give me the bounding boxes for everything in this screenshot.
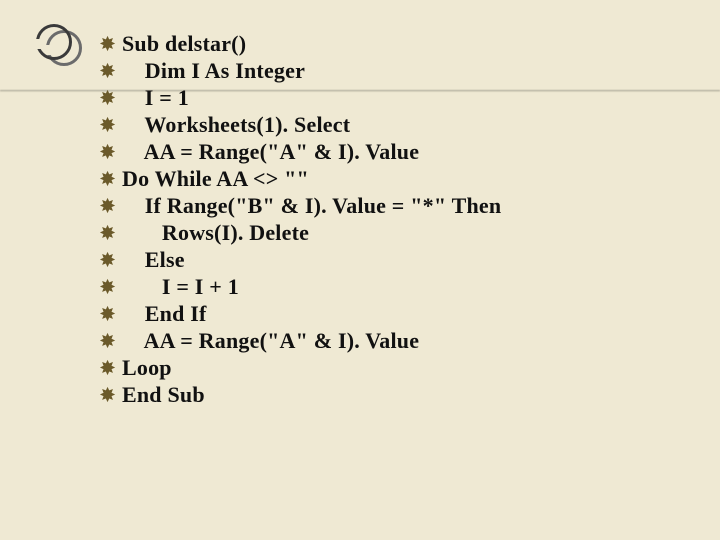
bullet-icon: ✸ bbox=[100, 251, 122, 269]
code-text: Do While AA <> "" bbox=[122, 168, 309, 190]
bullet-icon: ✸ bbox=[100, 35, 122, 53]
code-line: ✸ I = 1 bbox=[100, 87, 690, 109]
code-line: ✸ Dim I As Integer bbox=[100, 60, 690, 82]
code-text: Rows(I). Delete bbox=[122, 222, 309, 244]
code-line: ✸ End Sub bbox=[100, 384, 690, 406]
slide-background: ✸ Sub delstar() ✸ Dim I As Integer ✸ I =… bbox=[0, 0, 720, 540]
code-text: Else bbox=[122, 249, 185, 271]
code-text: End If bbox=[122, 303, 207, 325]
bullet-icon: ✸ bbox=[100, 89, 122, 107]
code-text: I = 1 bbox=[122, 87, 189, 109]
code-line: ✸ If Range("B" & I). Value = "*" Then bbox=[100, 195, 690, 217]
bullet-icon: ✸ bbox=[100, 116, 122, 134]
bullet-icon: ✸ bbox=[100, 386, 122, 404]
code-text: If Range("B" & I). Value = "*" Then bbox=[122, 195, 501, 217]
code-text: AA = Range("A" & I). Value bbox=[122, 330, 419, 352]
bullet-icon: ✸ bbox=[100, 224, 122, 242]
code-line: ✸ Loop bbox=[100, 357, 690, 379]
code-text: Dim I As Integer bbox=[122, 60, 305, 82]
code-text: End Sub bbox=[122, 384, 205, 406]
code-text: I = I + 1 bbox=[122, 276, 239, 298]
code-text: Sub delstar() bbox=[122, 33, 246, 55]
code-line: ✸ Sub delstar() bbox=[100, 33, 690, 55]
code-line: ✸ Do While AA <> "" bbox=[100, 168, 690, 190]
bullet-icon: ✸ bbox=[100, 197, 122, 215]
code-line: ✸ AA = Range("A" & I). Value bbox=[100, 141, 690, 163]
code-listing: ✸ Sub delstar() ✸ Dim I As Integer ✸ I =… bbox=[100, 33, 690, 406]
code-line: ✸ End If bbox=[100, 303, 690, 325]
code-line: ✸ Else bbox=[100, 249, 690, 271]
code-line: ✸ AA = Range("A" & I). Value bbox=[100, 330, 690, 352]
bullet-icon: ✸ bbox=[100, 332, 122, 350]
bullet-icon: ✸ bbox=[100, 305, 122, 323]
bullet-icon: ✸ bbox=[100, 62, 122, 80]
bullet-icon: ✸ bbox=[100, 143, 122, 161]
spiral-binding-decoration bbox=[36, 24, 76, 74]
code-text: Loop bbox=[122, 357, 172, 379]
code-line: ✸ Worksheets(1). Select bbox=[100, 114, 690, 136]
code-line: ✸ I = I + 1 bbox=[100, 276, 690, 298]
bullet-icon: ✸ bbox=[100, 359, 122, 377]
code-text: AA = Range("A" & I). Value bbox=[122, 141, 419, 163]
code-text: Worksheets(1). Select bbox=[122, 114, 350, 136]
bullet-icon: ✸ bbox=[100, 170, 122, 188]
code-line: ✸ Rows(I). Delete bbox=[100, 222, 690, 244]
bullet-icon: ✸ bbox=[100, 278, 122, 296]
